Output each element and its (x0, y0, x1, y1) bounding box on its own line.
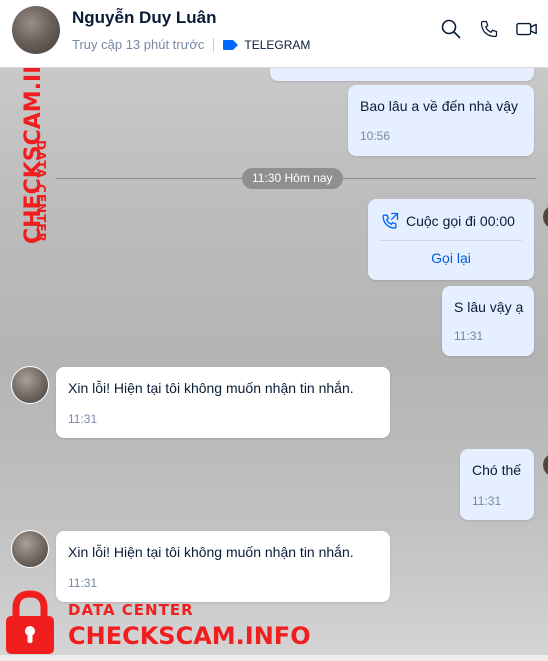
message-time: 11:31 (68, 412, 98, 426)
message-bubble-received[interactable]: Xin lỗi! Hiện tại tôi không muốn nhận ti… (56, 367, 390, 438)
message-bubble-sent[interactable]: S lâu vậy ạ 11:31 (442, 286, 534, 356)
video-call-button[interactable] (516, 18, 538, 40)
watermark-checkscam: CHECKSCAM.INFO (68, 622, 311, 650)
composer-toolbar-partial (0, 655, 548, 661)
video-call-icon (516, 22, 537, 36)
message-bubble-received[interactable]: Xin lỗi! Hiện tại tôi không muốn nhận ti… (56, 531, 390, 602)
contact-message-avatar[interactable] (11, 530, 49, 568)
message-bubble-sent[interactable]: Bao lâu a về đến nhà vậy 10:56 (348, 85, 534, 156)
tag-icon[interactable] (223, 39, 239, 50)
voice-call-button[interactable] (478, 18, 500, 40)
phone-outgoing-icon (382, 212, 399, 229)
message-list[interactable]: Bao lâu a về đến nhà vậy 10:56 11:30 Hôm… (0, 57, 548, 661)
sender-avatar-partial (543, 205, 548, 229)
last-seen-text: Truy cập 13 phút trước (72, 37, 205, 52)
message-time: 10:56 (360, 129, 391, 143)
message-text: S lâu vậy ạ (454, 299, 524, 315)
message-text: Xin lỗi! Hiện tại tôi không muốn nhận ti… (68, 544, 354, 560)
contact-message-avatar[interactable] (11, 366, 49, 404)
contact-avatar[interactable] (12, 6, 60, 54)
contact-status-line: Truy cập 13 phút trước TELEGRAM (72, 37, 310, 52)
chat-header: Nguyễn Duy Luân Truy cập 13 phút trước T… (0, 0, 548, 68)
message-time: 11:31 (454, 329, 484, 343)
watermark-vertical-small: DATA CENTER (34, 140, 48, 243)
call-label: Cuộc gọi đi 00:00 (406, 213, 515, 229)
sender-avatar-partial (543, 453, 548, 477)
search-button[interactable] (440, 18, 462, 40)
call-info: Cuộc gọi đi 00:00 (380, 211, 515, 231)
phone-icon (480, 20, 498, 38)
contact-name[interactable]: Nguyễn Duy Luân (72, 8, 217, 28)
message-bubble-sent[interactable]: Chó thế 11:31 (460, 449, 534, 520)
divider (213, 37, 215, 52)
call-divider (380, 240, 522, 241)
search-icon (441, 19, 461, 39)
message-time: 11:31 (472, 494, 502, 508)
call-back-button[interactable]: Gọi lại (368, 250, 534, 266)
message-text: Bao lâu a về đến nhà vậy (360, 98, 519, 114)
message-text: Chó thế (472, 462, 522, 478)
call-bubble[interactable]: Cuộc gọi đi 00:00 Gọi lại (368, 199, 534, 280)
watermark-data-center: DATA CENTER (68, 601, 194, 619)
tag-label[interactable]: TELEGRAM (244, 38, 310, 52)
header-actions (440, 18, 538, 40)
lock-icon (6, 590, 54, 654)
message-time: 11:31 (68, 576, 98, 590)
message-text: Xin lỗi! Hiện tại tôi không muốn nhận ti… (68, 380, 354, 396)
date-separator: 11:30 Hôm nay (242, 168, 343, 189)
